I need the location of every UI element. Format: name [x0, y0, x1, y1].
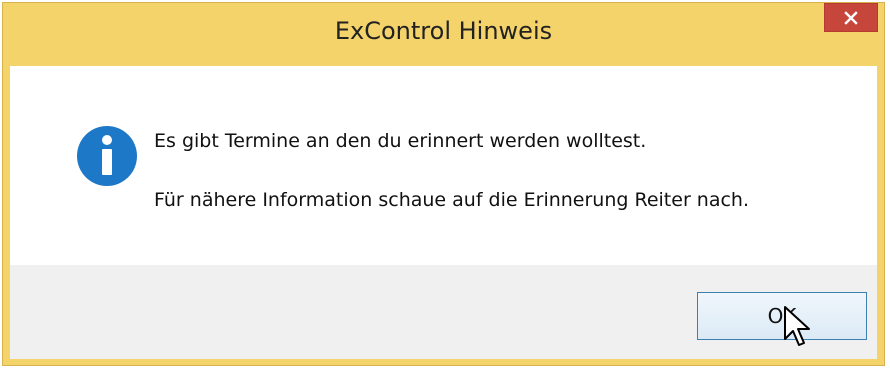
- close-button[interactable]: [824, 3, 878, 32]
- message-line-1: Es gibt Termine an den du erinnert werde…: [154, 130, 647, 152]
- mouse-pointer-icon: [784, 306, 810, 346]
- info-icon: [77, 126, 137, 186]
- close-icon: [844, 10, 858, 25]
- title-bar[interactable]: ExControl Hinweis: [3, 3, 884, 66]
- dialog-window: ExControl Hinweis Es gibt Termine an den…: [2, 2, 885, 366]
- message-line-2: Für nähere Information schaue auf die Er…: [154, 189, 750, 211]
- button-bar: OK: [10, 265, 877, 359]
- message-area: Es gibt Termine an den du erinnert werde…: [10, 66, 877, 265]
- dialog-title: ExControl Hinweis: [334, 17, 553, 45]
- ok-button[interactable]: OK: [697, 292, 867, 340]
